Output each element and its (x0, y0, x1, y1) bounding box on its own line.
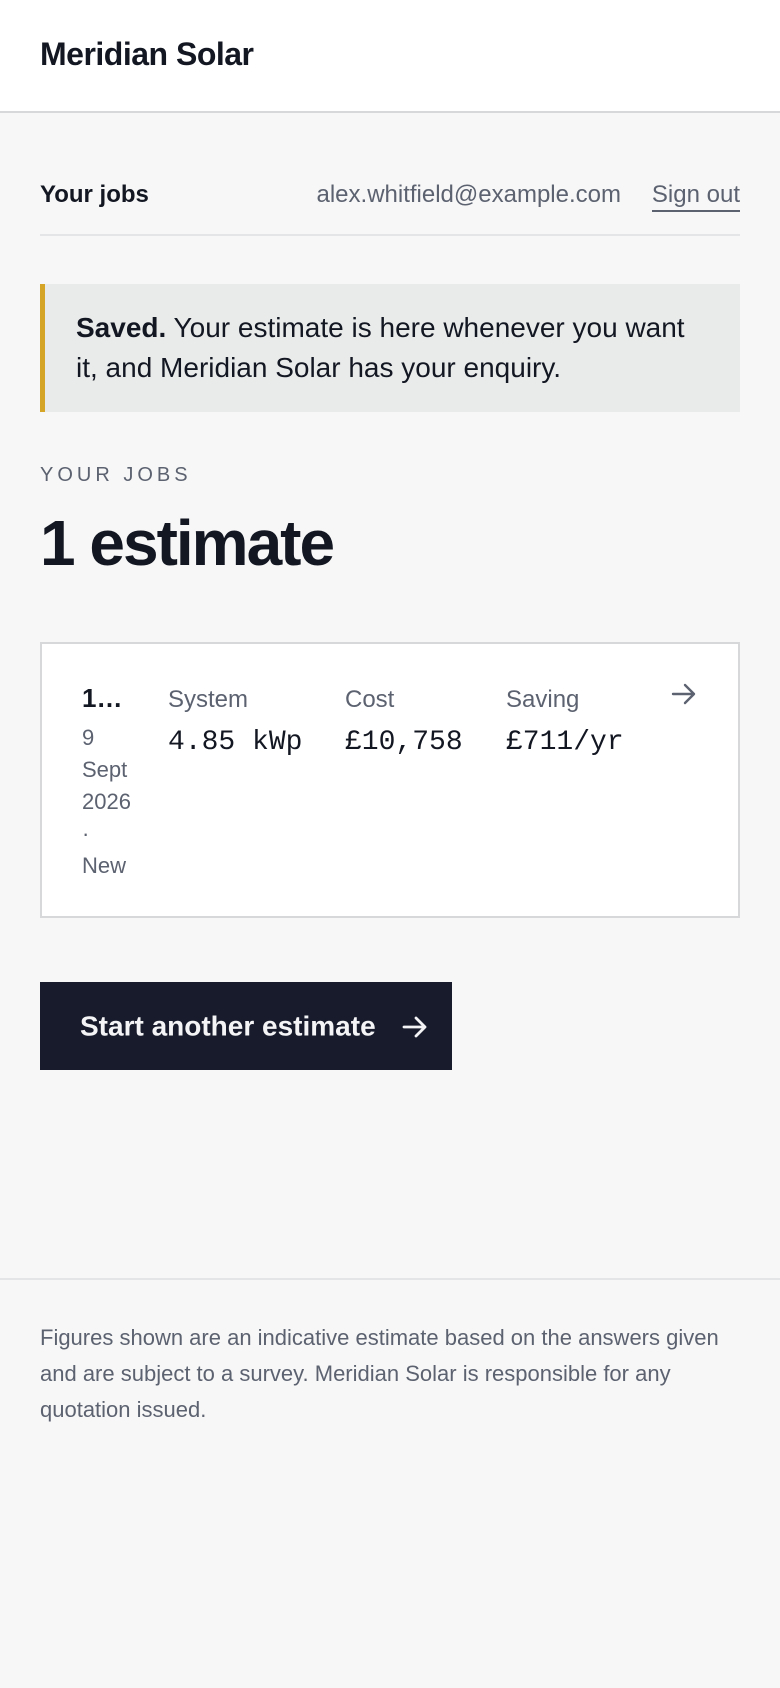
brand-logo[interactable]: Meridian Solar (40, 34, 254, 74)
sign-out-link[interactable]: Sign out (651, 180, 740, 212)
job-card[interactable]: 1… 9 Sept 2026 · New System 4.85 kWp Cos… (40, 642, 740, 918)
account-email: alex.whitfield@example.com (316, 181, 622, 208)
arrow-right-icon[interactable] (670, 680, 698, 708)
job-saving-stat: Saving £711/yr (506, 684, 624, 760)
site-header: Meridian Solar (0, 0, 780, 113)
job-cost-stat: Cost £10,758 (345, 684, 463, 760)
job-status: New (82, 853, 127, 878)
jobs-eyebrow: YOUR JOBS (40, 464, 192, 486)
job-meta: 9 Sept 2026 · New (82, 722, 142, 882)
saved-notice-strong: Saved. (76, 312, 167, 343)
start-another-estimate-button[interactable]: Start another estimate (40, 982, 452, 1070)
page: Meridian Solar Your jobs alex.whitfield@… (0, 0, 780, 1688)
saving-value: £711/yr (506, 727, 624, 758)
arrow-right-icon (403, 1016, 427, 1038)
job-date: 9 Sept 2026 (82, 725, 131, 814)
start-another-estimate-label: Start another estimate (80, 1010, 376, 1042)
job-id-column: 1… 9 Sept 2026 · New (82, 682, 131, 882)
system-value: 4.85 kWp (168, 727, 303, 758)
cost-label: Cost (345, 686, 395, 713)
saved-notice: Saved. Your estimate is here whenever yo… (40, 284, 740, 412)
system-label: System (168, 686, 249, 713)
saved-notice-message: Your estimate is here whenever you want … (76, 312, 685, 383)
jobs-count-title: 1 estimate (40, 507, 335, 579)
job-system-stat: System 4.85 kWp (168, 684, 302, 760)
footer-disclaimer: Figures shown are an indicative estimate… (40, 1325, 719, 1422)
site-footer: Figures shown are an indicative estimate… (0, 1278, 780, 1688)
account-bar: Your jobs alex.whitfield@example.com Sig… (40, 170, 740, 236)
job-meta-separator: · (82, 821, 90, 846)
saving-label: Saving (506, 686, 580, 713)
cost-value: £10,758 (345, 727, 463, 758)
job-id: 1… (82, 683, 122, 713)
account-section-title: Your jobs (40, 181, 149, 208)
